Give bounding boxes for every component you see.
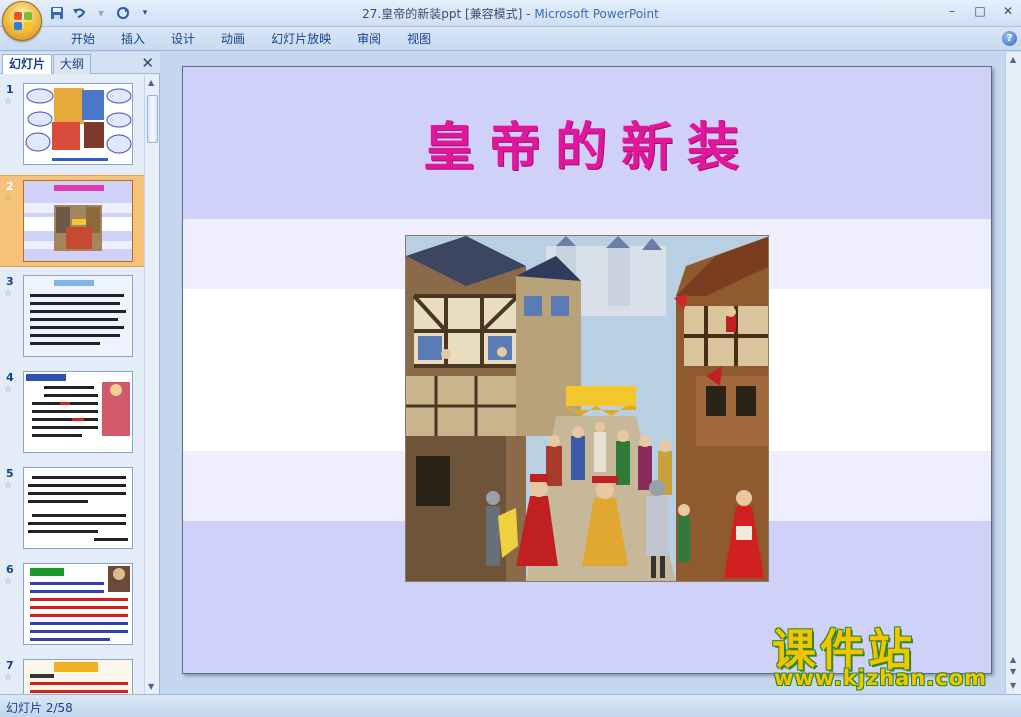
slides-panel: 幻灯片 大纲 ✕ 1 ☆ 2 ☆ 3 ☆ 4 ☆ 5 ☆ 6 ☆ 7 ☆ ▲ ▼ bbox=[0, 52, 160, 694]
animation-star-icon: ☆ bbox=[4, 481, 13, 491]
thumbnail-image bbox=[23, 467, 133, 549]
animation-star-icon: ☆ bbox=[4, 194, 13, 204]
scroll-up-icon[interactable]: ▲ bbox=[148, 78, 154, 87]
help-icon[interactable]: ? bbox=[1002, 31, 1017, 46]
watermark-url: www.kjzhan.com bbox=[774, 666, 988, 690]
scroll-up-icon[interactable]: ▲ bbox=[1010, 55, 1016, 64]
close-icon[interactable]: ✕ bbox=[141, 54, 154, 72]
tab-view[interactable]: 视图 bbox=[394, 31, 444, 47]
slide-thumbnail[interactable]: 4 ☆ bbox=[0, 367, 144, 459]
app-name: Microsoft PowerPoint bbox=[534, 7, 659, 21]
thumbnail-image bbox=[23, 371, 133, 453]
animation-star-icon: ☆ bbox=[4, 289, 13, 299]
scroll-down-icon[interactable]: ▼ bbox=[148, 682, 154, 691]
tab-animation[interactable]: 动画 bbox=[208, 31, 258, 47]
status-bar: 幻灯片 2/58 bbox=[0, 694, 1021, 717]
slide-number: 7 bbox=[6, 659, 14, 672]
window-title: 27.皇帝的新装ppt [兼容模式] - Microsoft PowerPoin… bbox=[0, 5, 1021, 22]
tab-home[interactable]: 开始 bbox=[58, 31, 108, 47]
tab-review[interactable]: 审阅 bbox=[344, 31, 394, 47]
slide-number: 5 bbox=[6, 467, 14, 480]
office-logo-icon bbox=[14, 12, 32, 30]
slide-thumbnail[interactable]: 3 ☆ bbox=[0, 271, 144, 363]
panel-tabs: 幻灯片 大纲 ✕ bbox=[0, 52, 160, 74]
thumbnail-image bbox=[23, 275, 133, 357]
slide-number: 6 bbox=[6, 563, 14, 576]
slide-number: 1 bbox=[6, 83, 14, 96]
thumbnail-image bbox=[23, 563, 133, 645]
slide-thumbnail-selected[interactable]: 2 ☆ bbox=[0, 175, 144, 267]
slide-counter: 幻灯片 2/58 bbox=[6, 701, 73, 715]
thumbnail-image bbox=[23, 180, 133, 262]
office-button[interactable] bbox=[2, 1, 42, 41]
thumbnail-list: 1 ☆ 2 ☆ 3 ☆ 4 ☆ 5 ☆ 6 ☆ 7 ☆ bbox=[0, 75, 144, 694]
previous-slide-icon[interactable]: ▲ bbox=[1010, 655, 1016, 664]
slide-number: 4 bbox=[6, 371, 14, 384]
current-slide[interactable]: 皇帝的新装 bbox=[182, 66, 992, 674]
thumbnail-image bbox=[23, 83, 133, 165]
window-controls: – □ ✕ bbox=[943, 3, 1017, 19]
animation-star-icon: ☆ bbox=[4, 97, 13, 107]
procession-picture[interactable] bbox=[405, 235, 769, 582]
scroll-down-icon[interactable]: ▼ bbox=[1010, 681, 1016, 690]
slide-thumbnail[interactable]: 7 ☆ bbox=[0, 655, 144, 694]
slide-thumbnail[interactable]: 5 ☆ bbox=[0, 463, 144, 555]
tab-outline[interactable]: 大纲 bbox=[53, 54, 92, 74]
animation-star-icon: ☆ bbox=[4, 577, 13, 587]
slide-title[interactable]: 皇帝的新装 bbox=[183, 105, 991, 180]
tab-design[interactable]: 设计 bbox=[158, 31, 208, 47]
animation-star-icon: ☆ bbox=[4, 385, 13, 395]
animation-star-icon: ☆ bbox=[4, 673, 13, 683]
thumbnail-scrollbar[interactable]: ▲ ▼ bbox=[144, 75, 159, 694]
slide-thumbnail[interactable]: 6 ☆ bbox=[0, 559, 144, 651]
scroll-thumb[interactable] bbox=[147, 95, 158, 143]
slide-number: 3 bbox=[6, 275, 14, 288]
slide-editing-area: 皇帝的新装 bbox=[162, 52, 1005, 694]
ribbon-tabs: 开始 插入 设计 动画 幻灯片放映 审阅 视图 ? bbox=[0, 27, 1021, 51]
watermark-logo: 课件站 www.kjzhan.com bbox=[772, 614, 1002, 694]
minimize-button[interactable]: – bbox=[943, 3, 961, 19]
slide-scrollbar[interactable]: ▲ ▲ ▼ ▼ bbox=[1005, 52, 1021, 694]
slide-number: 2 bbox=[6, 180, 14, 193]
close-button[interactable]: ✕ bbox=[999, 3, 1017, 19]
thumbnail-image bbox=[23, 659, 133, 694]
maximize-button[interactable]: □ bbox=[971, 3, 989, 19]
tab-slides[interactable]: 幻灯片 bbox=[2, 54, 53, 74]
next-slide-icon[interactable]: ▼ bbox=[1010, 667, 1016, 676]
tab-insert[interactable]: 插入 bbox=[108, 31, 158, 47]
tab-slideshow[interactable]: 幻灯片放映 bbox=[258, 31, 344, 47]
document-title: 27.皇帝的新装ppt [兼容模式] - bbox=[362, 7, 535, 21]
slide-thumbnail[interactable]: 1 ☆ bbox=[0, 79, 144, 171]
title-bar: ▾ ▾ 27.皇帝的新装ppt [兼容模式] - Microsoft Power… bbox=[0, 0, 1021, 41]
